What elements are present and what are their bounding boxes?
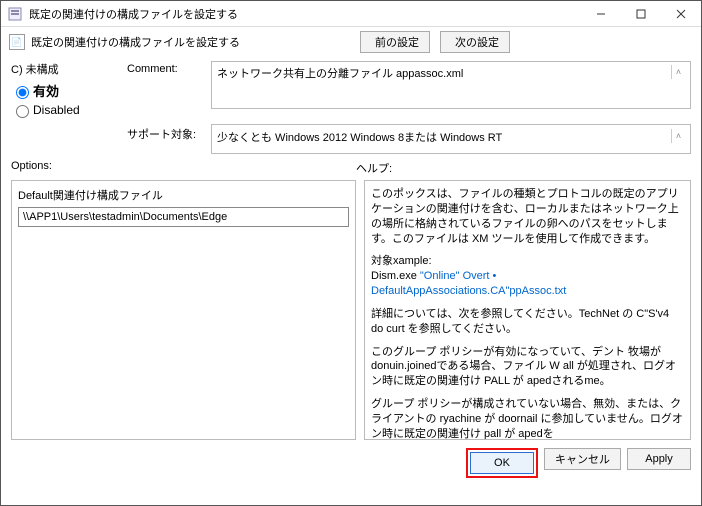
radio-disabled-input[interactable] — [16, 105, 29, 118]
support-value: 少なくとも Windows 2012 Windows 8または Windows … — [217, 132, 502, 144]
comment-value: ネットワーク共有上の分離ファイル appassoc.xml — [217, 68, 463, 80]
next-setting-button[interactable]: 次の設定 — [440, 31, 510, 53]
support-field: ˄ 少なくとも Windows 2012 Windows 8または Window… — [211, 124, 691, 154]
radio-enabled[interactable]: 有効 — [11, 81, 123, 100]
radio-enabled-input[interactable] — [16, 86, 29, 99]
close-button[interactable] — [661, 1, 701, 26]
chevron-up-icon[interactable]: ˄ — [671, 129, 685, 143]
chevron-up-icon[interactable]: ˄ — [671, 65, 685, 79]
help-p2: 対象xample: Dism.exe "Online" Overt • Defa… — [371, 254, 684, 299]
help-p1: このポックスは、ファイルの種類とプロトコルの既定のアプリケーションの関連付けを含… — [371, 187, 684, 246]
help-p3: 詳細については、次を参照してください。TechNet の C"S'v4 do c… — [371, 307, 684, 337]
window-title: 既定の関連付けの構成ファイルを設定する — [29, 6, 581, 22]
prev-setting-button[interactable]: 前の設定 — [360, 31, 430, 53]
radio-enabled-label: 有効 — [33, 81, 59, 100]
comment-field[interactable]: ˄ ネットワーク共有上の分離ファイル appassoc.xml — [211, 61, 691, 109]
maximize-button[interactable] — [621, 1, 661, 26]
window-controls — [581, 1, 701, 26]
titlebar: 既定の関連付けの構成ファイルを設定する — [1, 1, 701, 27]
comment-label: Comment: — [127, 61, 207, 120]
help-panel: このポックスは、ファイルの種類とプロトコルの既定のアプリケーションの関連付けを含… — [364, 180, 691, 440]
header-subtitle: 既定の関連付けの構成ファイルを設定する — [31, 34, 240, 50]
support-label: サポート対象: — [127, 124, 207, 154]
help-p4: このグループ ポリシーが有効になっていて、デント 牧場が donuin.join… — [371, 345, 684, 390]
radio-disabled-label: Disabled — [33, 103, 80, 117]
help-heading: ヘルプ: — [356, 160, 392, 176]
ok-highlight: OK — [466, 448, 538, 478]
dialog-footer: OK キャンセル Apply — [1, 440, 701, 478]
options-panel: Default関連付け構成ファイル — [11, 180, 356, 440]
header-row: 📄 既定の関連付けの構成ファイルを設定する 前の設定 次の設定 — [1, 27, 701, 57]
ok-button[interactable]: OK — [470, 452, 534, 474]
not-configured-label: C) 未構成 — [11, 61, 123, 77]
config-file-path-input[interactable] — [18, 207, 349, 227]
minimize-button[interactable] — [581, 1, 621, 26]
policy-icon: 📄 — [9, 34, 25, 50]
prev-label: 前の設定 — [375, 34, 419, 50]
app-icon — [7, 6, 23, 22]
next-label: 次の設定 — [455, 34, 499, 50]
radio-disabled[interactable]: Disabled — [11, 102, 123, 118]
cancel-button[interactable]: キャンセル — [544, 448, 621, 470]
state-radios: C) 未構成 有効 Disabled — [11, 61, 123, 120]
options-heading: Options: — [11, 160, 356, 176]
help-p5: グループ ポリシーが構成されていない場合、無効、または、クライアントの ryac… — [371, 397, 684, 440]
apply-button[interactable]: Apply — [627, 448, 691, 470]
option-label: Default関連付け構成ファイル — [18, 187, 349, 203]
